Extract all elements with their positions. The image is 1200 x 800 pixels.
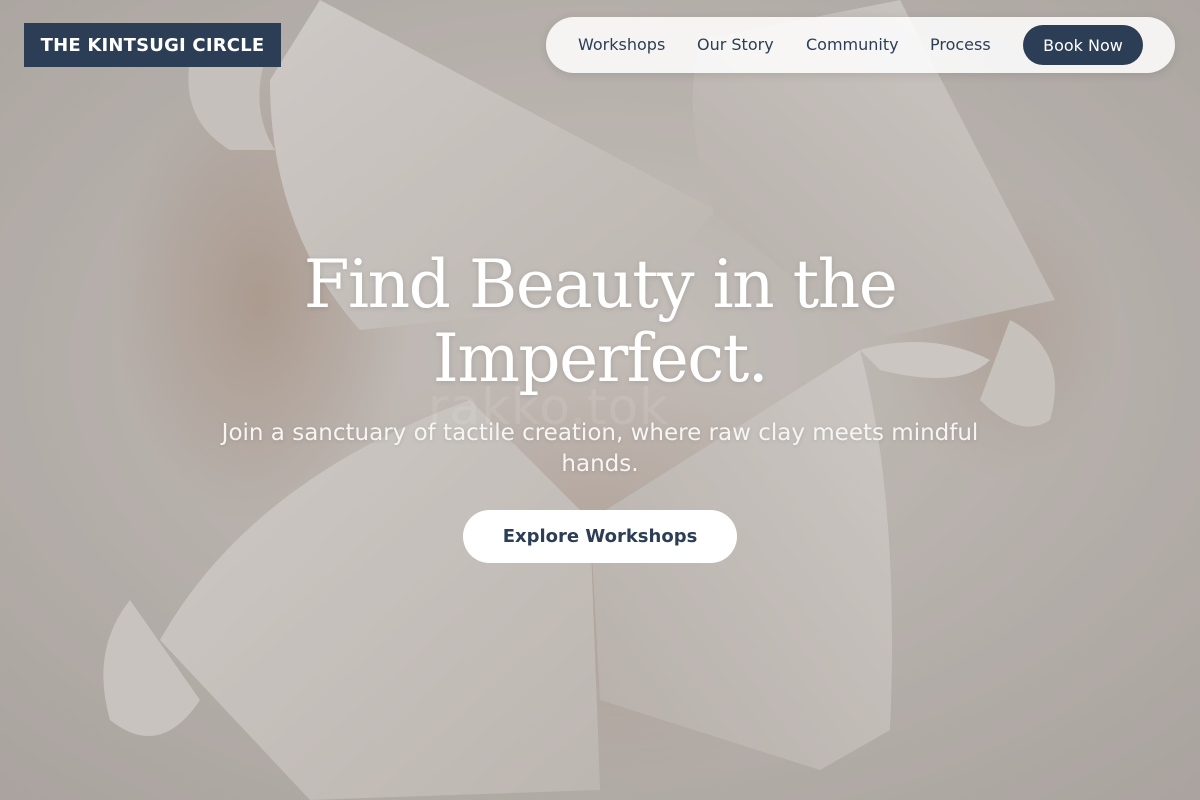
nav-link-process[interactable]: Process — [930, 35, 991, 54]
hero-headline: Find Beauty in the Imperfect. — [303, 246, 898, 397]
explore-workshops-button[interactable]: Explore Workshops — [463, 510, 737, 563]
main-navigation: Workshops Our Story Community Process Bo… — [546, 17, 1175, 73]
hero-subheadline: Join a sanctuary of tactile creation, wh… — [221, 420, 979, 477]
book-now-label: Book Now — [1043, 35, 1123, 55]
brand-name: THE KINTSUGI CIRCLE — [40, 34, 265, 56]
hero-section: Find Beauty in the Imperfect. Join a san… — [0, 248, 1200, 563]
explore-workshops-label: Explore Workshops — [502, 526, 698, 547]
nav-link-our-story[interactable]: Our Story — [697, 35, 774, 54]
nav-link-workshops[interactable]: Workshops — [578, 35, 665, 54]
brand-logo[interactable]: THE KINTSUGI CIRCLE — [24, 23, 281, 67]
nav-link-community[interactable]: Community — [806, 35, 899, 54]
book-now-button[interactable]: Book Now — [1023, 25, 1143, 65]
